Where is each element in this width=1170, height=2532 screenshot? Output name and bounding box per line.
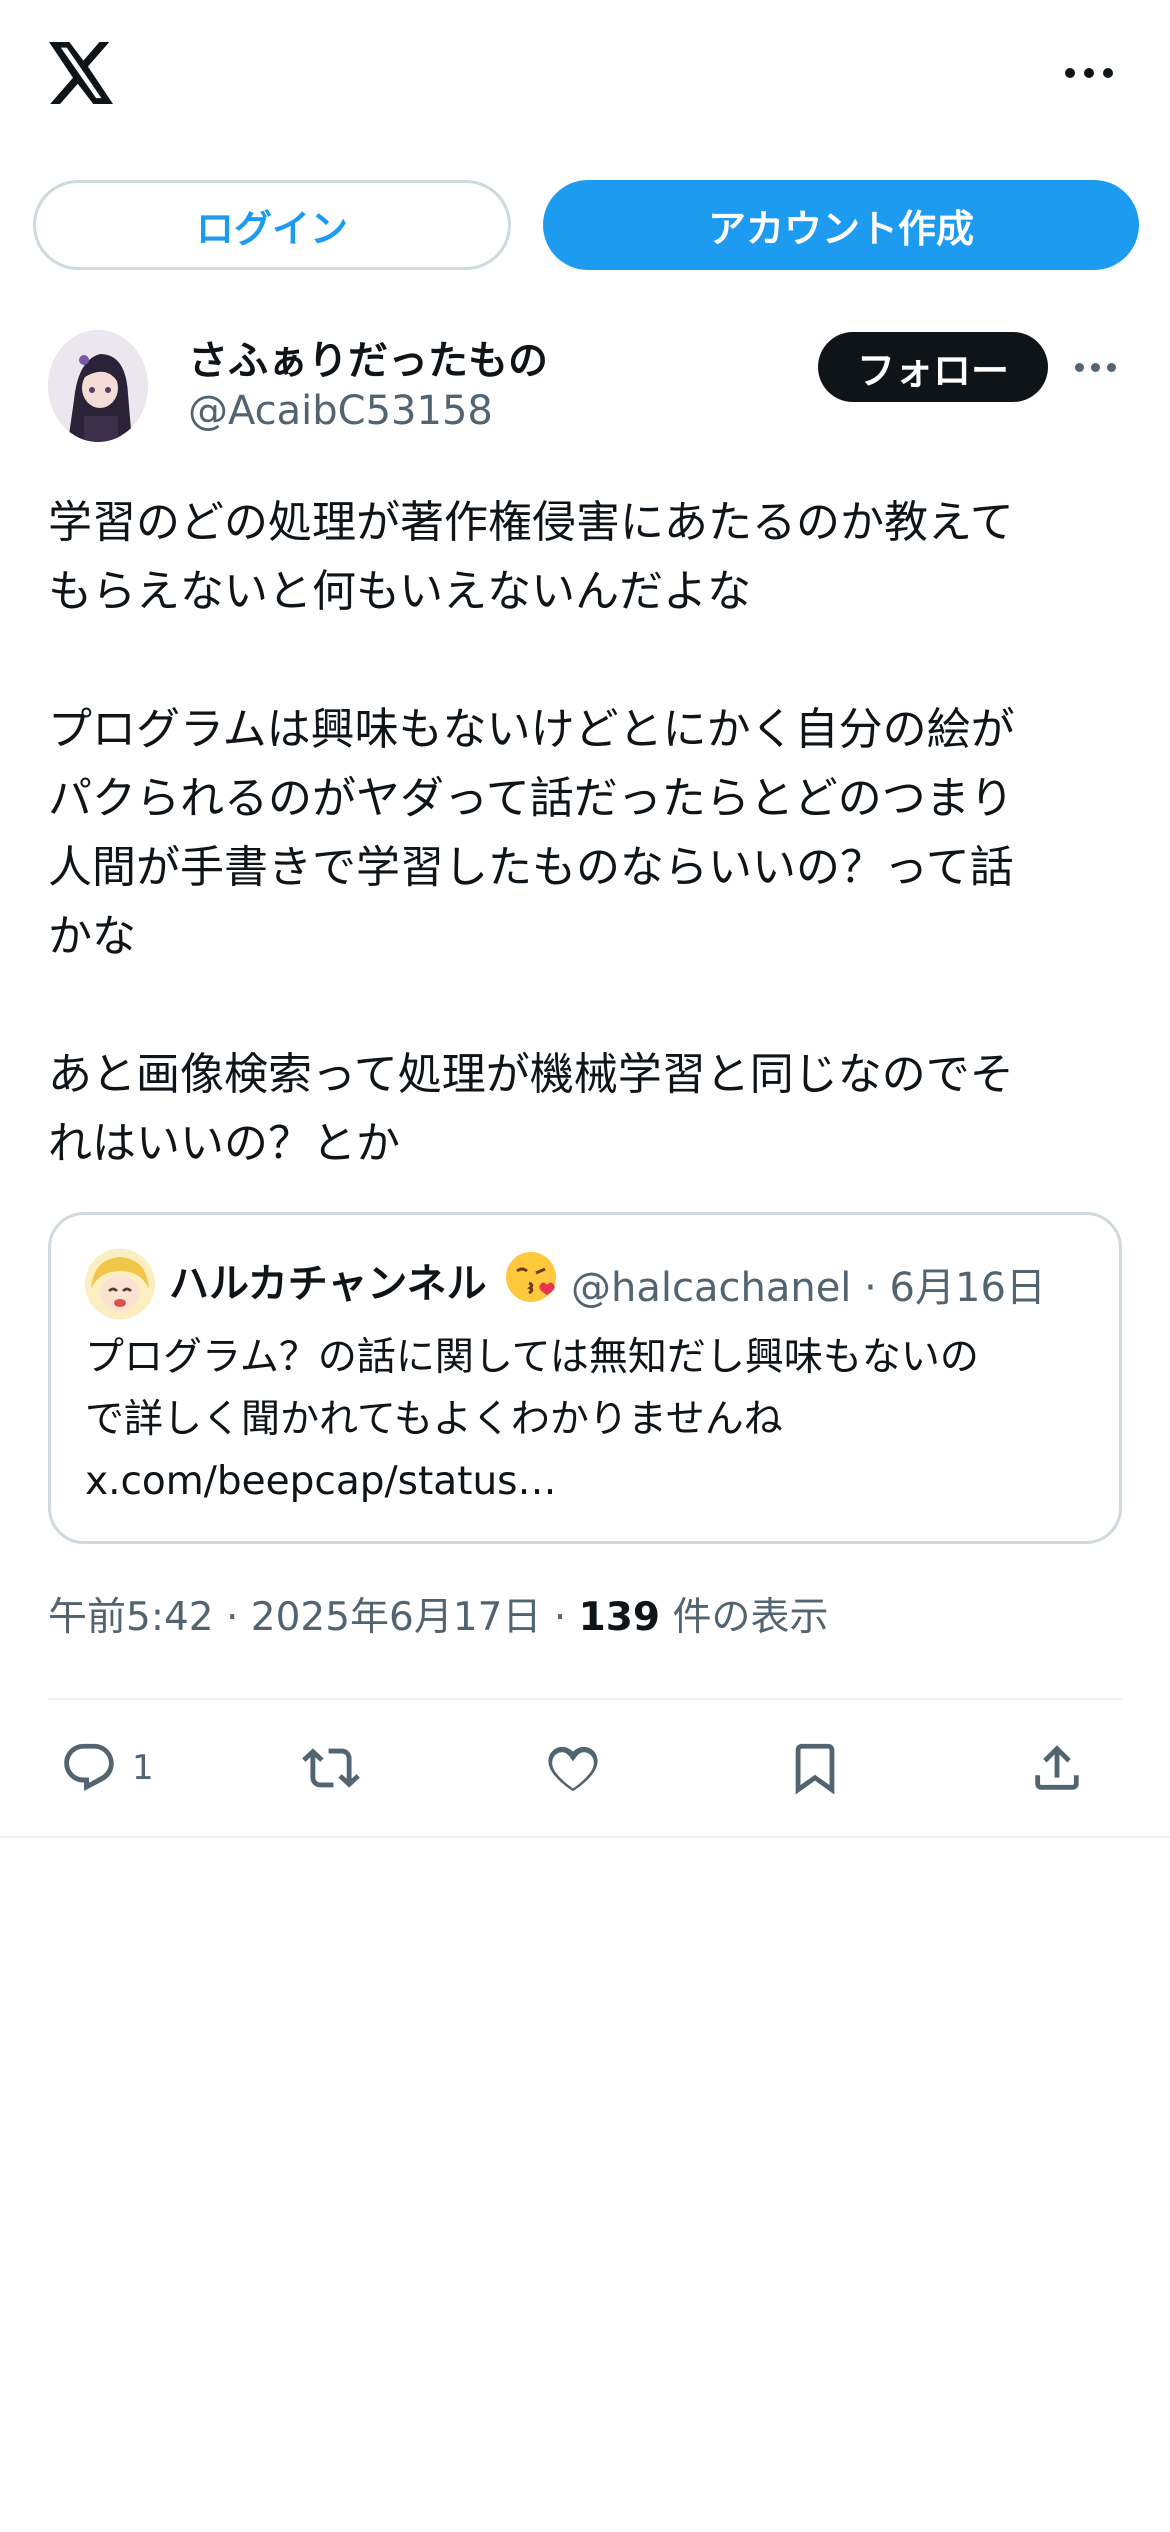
post-meta: 午前5:42 · 2025年6月17日 · 139 件の表示 bbox=[48, 1586, 828, 1642]
quoted-post[interactable]: ハルカチャンネル @halcachanel · 6月16日 プログラム？の話に関… bbox=[48, 1212, 1122, 1544]
dot bbox=[1065, 68, 1075, 78]
quote-avatar-illustration bbox=[85, 1249, 155, 1319]
share-icon bbox=[1035, 1745, 1079, 1790]
quote-text: プログラム？の話に関しては無知だし興味もないの で詳しく聞かれてもよくわかりませ… bbox=[85, 1335, 979, 1504]
post-author: さふぁりだったもの @AcaibC53158 フォロー bbox=[48, 322, 1122, 462]
dot bbox=[1103, 68, 1113, 78]
views-label: 件の表示 bbox=[660, 1595, 829, 1640]
reply-icon bbox=[64, 1743, 114, 1791]
author-handle[interactable]: @AcaibC53158 bbox=[188, 388, 493, 434]
author-name[interactable]: さふぁりだったもの bbox=[188, 328, 548, 386]
auth-row: ログイン アカウント作成 bbox=[33, 180, 1139, 270]
signup-button[interactable]: アカウント作成 bbox=[543, 180, 1139, 270]
retweet-button[interactable] bbox=[302, 1738, 360, 1798]
top-bar bbox=[0, 0, 1170, 150]
avatar-illustration bbox=[48, 330, 148, 442]
quote-author-name: ハルカチャンネル bbox=[169, 1261, 487, 1307]
action-bar: 1 bbox=[48, 1728, 1122, 1808]
more-horizontal-icon[interactable] bbox=[1062, 58, 1116, 88]
post-more-icon[interactable] bbox=[1070, 352, 1120, 382]
x-logo-icon[interactable] bbox=[48, 42, 116, 104]
post-text: 学習のどの処理が著作権侵害にあたるのか教えて もらえないと何もいえないんだよな … bbox=[48, 497, 1015, 1169]
reply-count: 1 bbox=[132, 1748, 154, 1788]
divider bbox=[48, 1698, 1122, 1700]
divider bbox=[0, 1836, 1170, 1838]
like-icon bbox=[548, 1746, 598, 1792]
reply-button[interactable]: 1 bbox=[60, 1738, 154, 1798]
kissing-face-emoji-icon bbox=[506, 1252, 556, 1302]
dot bbox=[1084, 68, 1094, 78]
bookmark-icon bbox=[795, 1743, 835, 1795]
follow-button[interactable]: フォロー bbox=[818, 332, 1048, 402]
dot bbox=[1074, 362, 1084, 372]
quote-avatar bbox=[85, 1249, 155, 1319]
dot bbox=[1106, 362, 1116, 372]
bookmark-button[interactable] bbox=[786, 1738, 844, 1798]
share-button[interactable] bbox=[1028, 1738, 1086, 1798]
retweet-icon bbox=[302, 1748, 360, 1788]
quote-handle-date: @halcachanel · 6月16日 bbox=[571, 1265, 1046, 1311]
post-timestamp[interactable]: 午前5:42 · 2025年6月17日 · bbox=[48, 1595, 579, 1640]
login-button[interactable]: ログイン bbox=[33, 180, 511, 270]
author-avatar[interactable] bbox=[48, 330, 148, 442]
views-count: 139 bbox=[578, 1595, 661, 1640]
dot bbox=[1090, 362, 1100, 372]
like-button[interactable] bbox=[544, 1738, 602, 1798]
